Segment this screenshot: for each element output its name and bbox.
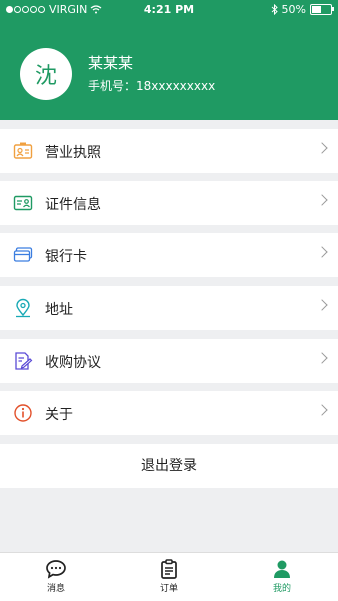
tab-bar: 消息 订单 我的	[0, 552, 338, 601]
tab-label: 我的	[272, 584, 291, 594]
menu-item-label: 银行卡	[45, 249, 87, 265]
logout-button[interactable]: 退出登录	[0, 444, 338, 488]
chevron-right-icon	[316, 299, 328, 311]
menu-item-label: 证件信息	[45, 197, 101, 213]
battery-percent: 50%	[281, 3, 306, 16]
order-icon	[161, 559, 177, 579]
chevron-right-icon	[316, 142, 328, 154]
menu-item-address[interactable]: 地址	[0, 286, 338, 330]
status-bar: VIRGIN 4:21 PM 50%	[0, 0, 338, 20]
menu-item-label: 关于	[45, 407, 73, 423]
tab-label: 订单	[159, 584, 178, 594]
chevron-right-icon	[316, 194, 328, 206]
menu-item-agreement[interactable]: 收购协议	[0, 339, 338, 383]
menu-item-label: 收购协议	[45, 355, 101, 371]
tab-orders[interactable]: 订单	[139, 559, 199, 594]
avatar[interactable]: 沈	[20, 48, 72, 100]
user-phone: 手机号：18xxxxxxxxx	[88, 79, 216, 93]
menu-item-business-license[interactable]: 营业执照	[0, 129, 338, 173]
tab-label: 消息	[46, 584, 65, 594]
id-card-icon	[13, 195, 33, 211]
tab-messages[interactable]: 消息	[26, 559, 86, 594]
menu-item-label: 营业执照	[45, 145, 101, 161]
info-icon	[14, 404, 32, 422]
user-name: 某某某	[88, 54, 134, 72]
bluetooth-icon	[271, 4, 278, 15]
message-icon	[46, 560, 66, 579]
menu-item-label: 地址	[45, 302, 73, 318]
battery-info: 50%	[271, 3, 334, 16]
chevron-right-icon	[316, 404, 328, 416]
menu-item-id-info[interactable]: 证件信息	[0, 181, 338, 225]
chevron-right-icon	[316, 352, 328, 364]
menu-item-about[interactable]: 关于	[0, 391, 338, 435]
chevron-right-icon	[316, 246, 328, 258]
person-icon	[274, 560, 290, 578]
profile-header: 沈 某某某 手机号：18xxxxxxxxx	[0, 20, 338, 120]
tab-mine[interactable]: 我的	[252, 559, 312, 594]
battery-icon	[310, 4, 334, 15]
menu-item-bank-card[interactable]: 银行卡	[0, 233, 338, 277]
bank-card-icon	[13, 247, 33, 262]
location-pin-icon	[16, 298, 30, 318]
agreement-icon	[15, 352, 33, 370]
business-license-icon	[13, 142, 33, 159]
